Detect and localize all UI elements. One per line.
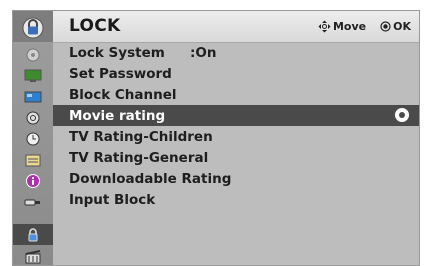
info-icon [25,173,40,188]
category-sidebar [13,11,53,265]
lock-icon [28,228,37,242]
menu-item-label: Movie rating [69,107,166,124]
padlock-icon [22,17,44,38]
sidebar-item-lock[interactable] [23,227,42,242]
menu-item-label: Input Block [69,191,156,208]
picture-icon [26,48,39,61]
sidebar-item-media[interactable] [23,249,42,264]
menu-item-downloadable-rating[interactable]: Downloadable Rating [53,168,419,189]
lock-category-icon [13,11,53,42]
menu-item-set-password[interactable]: Set Password [53,63,419,84]
ok-label: OK [393,20,411,33]
menu-item-label: Set Password [69,65,172,82]
move-arrows-icon [318,20,331,33]
lock-menu-list: Lock System :On Set Password Block Chann… [53,42,419,210]
clock-icon [26,132,39,145]
sidebar-item-channel[interactable] [23,89,42,104]
screen-icon [24,69,41,82]
menu-item-label: Downloadable Rating [69,170,232,187]
audio-icon [26,111,39,124]
menu-panel: LOCK Move OK Lock System :On Set Passwor… [53,11,419,265]
menu-header: LOCK Move OK [53,11,419,43]
menu-item-label: TV Rating-General [69,149,209,166]
osd-window: LOCK Move OK Lock System :On Set Passwor… [12,10,420,266]
menu-item-label: Lock System [69,44,165,61]
sidebar-item-input[interactable] [23,194,42,209]
menu-item-tv-rating-general[interactable]: TV Rating-General [53,147,419,168]
menu-item-label: Block Channel [69,86,177,103]
menu-item-value: :On [190,44,217,61]
menu-item-lock-system[interactable]: Lock System :On [53,42,419,63]
channel-icon [24,91,41,102]
menu-item-tv-rating-children[interactable]: TV Rating-Children [53,126,419,147]
menu-item-label: TV Rating-Children [69,128,213,145]
sidebar-item-time[interactable] [23,131,42,146]
sidebar-item-audio[interactable] [23,110,42,125]
media-icon [25,249,40,263]
menu-item-input-block[interactable]: Input Block [53,189,419,210]
option-icon [25,154,40,166]
sidebar-item-picture[interactable] [23,47,42,62]
sidebar-item-info[interactable] [23,173,42,188]
sidebar-item-option[interactable] [23,152,42,167]
selection-radio-icon [395,108,409,122]
sidebar-item-screen[interactable] [23,68,42,83]
menu-item-block-channel[interactable]: Block Channel [53,84,419,105]
ok-button-icon [380,21,391,32]
page-title: LOCK [69,16,121,36]
move-label: Move [332,20,367,33]
input-icon [24,199,40,205]
menu-item-movie-rating[interactable]: Movie rating [53,105,419,126]
navigation-hint: Move OK [318,20,411,33]
